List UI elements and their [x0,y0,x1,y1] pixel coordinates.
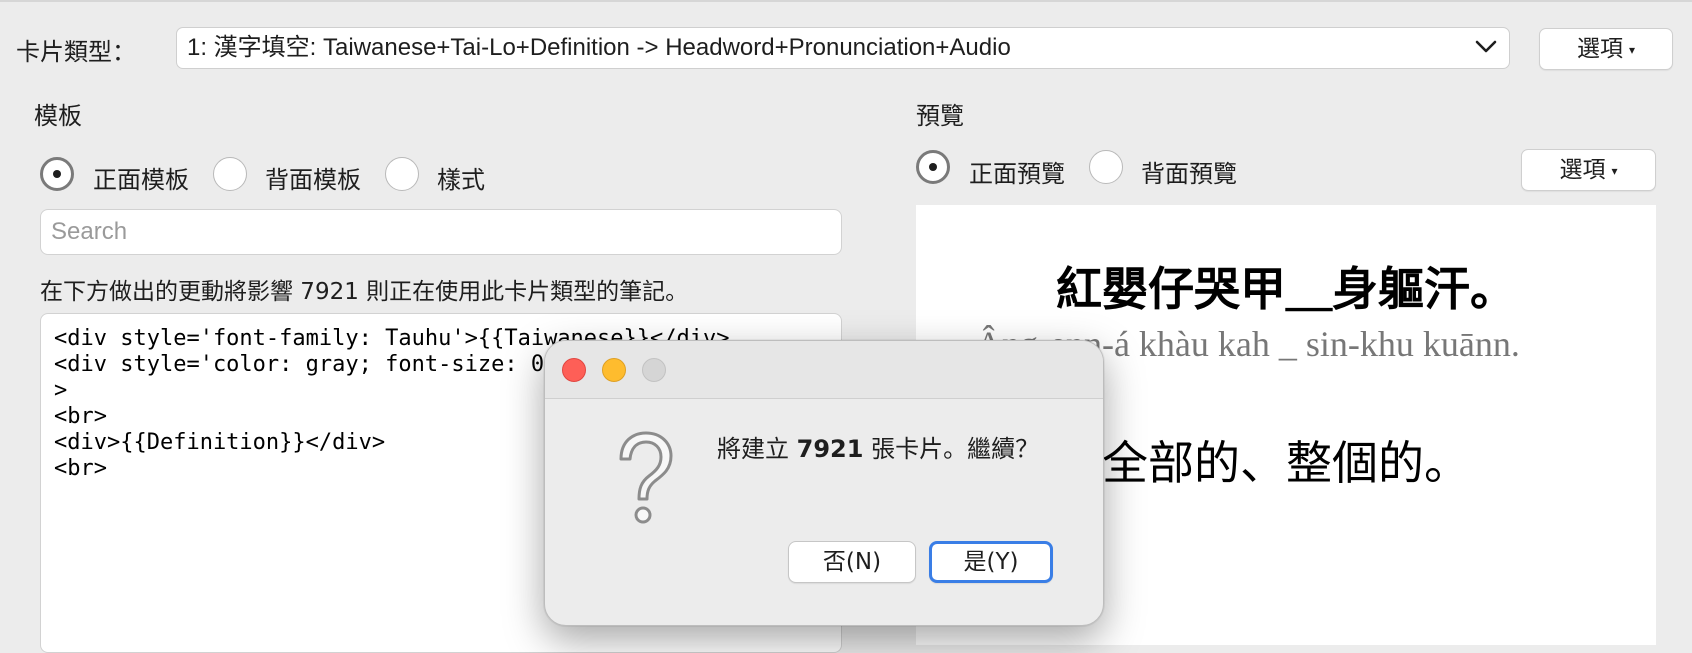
card-type-value: 1: 漢字填空: Taiwanese+Tai-Lo+Definition -> … [187,34,1011,61]
radio-front-template[interactable] [40,157,74,191]
preview-title: 預覽 [916,102,964,130]
radio-front-template-label: 正面模板 [93,166,189,194]
window-top-border [0,0,1692,2]
radio-back-preview[interactable] [1089,150,1123,184]
minimize-window-button[interactable] [602,358,626,382]
dialog-message: 將建立 7921 張卡片。繼續？ [717,429,1039,464]
close-window-button[interactable] [562,358,586,382]
radio-styling[interactable] [385,157,419,191]
options-button-label: 選項 [1576,36,1623,62]
confirm-dialog: 將建立 7921 張卡片。繼續？ 否(N) 是(Y) [544,340,1104,626]
search-input[interactable]: Search [40,209,842,255]
question-mark-icon [619,431,673,524]
yes-button[interactable]: 是(Y) [929,541,1053,583]
preview-options-button-label: 選項 [1559,157,1606,183]
dialog-message-suffix: 張卡片。繼續？ [863,435,1040,463]
radio-front-preview[interactable] [916,150,950,184]
preview-hanji: 紅嬰仔哭甲＿身軀汗。 [1056,262,1516,316]
no-button[interactable]: 否(N) [788,541,916,583]
radio-front-preview-label: 正面預覽 [969,160,1065,188]
options-button[interactable]: 選項 ▾ [1539,28,1673,70]
dialog-card-count: 7921 [796,435,864,463]
caret-down-icon: ▾ [1611,163,1618,178]
radio-styling-label: 樣式 [437,166,485,194]
card-type-select[interactable]: 1: 漢字填空: Taiwanese+Tai-Lo+Definition -> … [176,27,1510,69]
radio-back-template[interactable] [213,157,247,191]
preview-options-button[interactable]: 選項 ▾ [1521,149,1656,191]
caret-down-icon: ▾ [1628,42,1636,57]
chevron-down-icon [1475,40,1497,53]
dialog-message-prefix: 將建立 [717,435,797,463]
change-notice: 在下方做出的更動將影響 7921 則正在使用此卡片類型的筆記。 [40,279,689,305]
zoom-window-button [642,358,666,382]
dialog-titlebar [545,341,1103,399]
radio-back-template-label: 背面模板 [265,166,361,194]
radio-back-preview-label: 背面預覽 [1141,160,1237,188]
card-type-label: 卡片類型： [16,38,136,66]
template-title: 模板 [34,102,82,130]
